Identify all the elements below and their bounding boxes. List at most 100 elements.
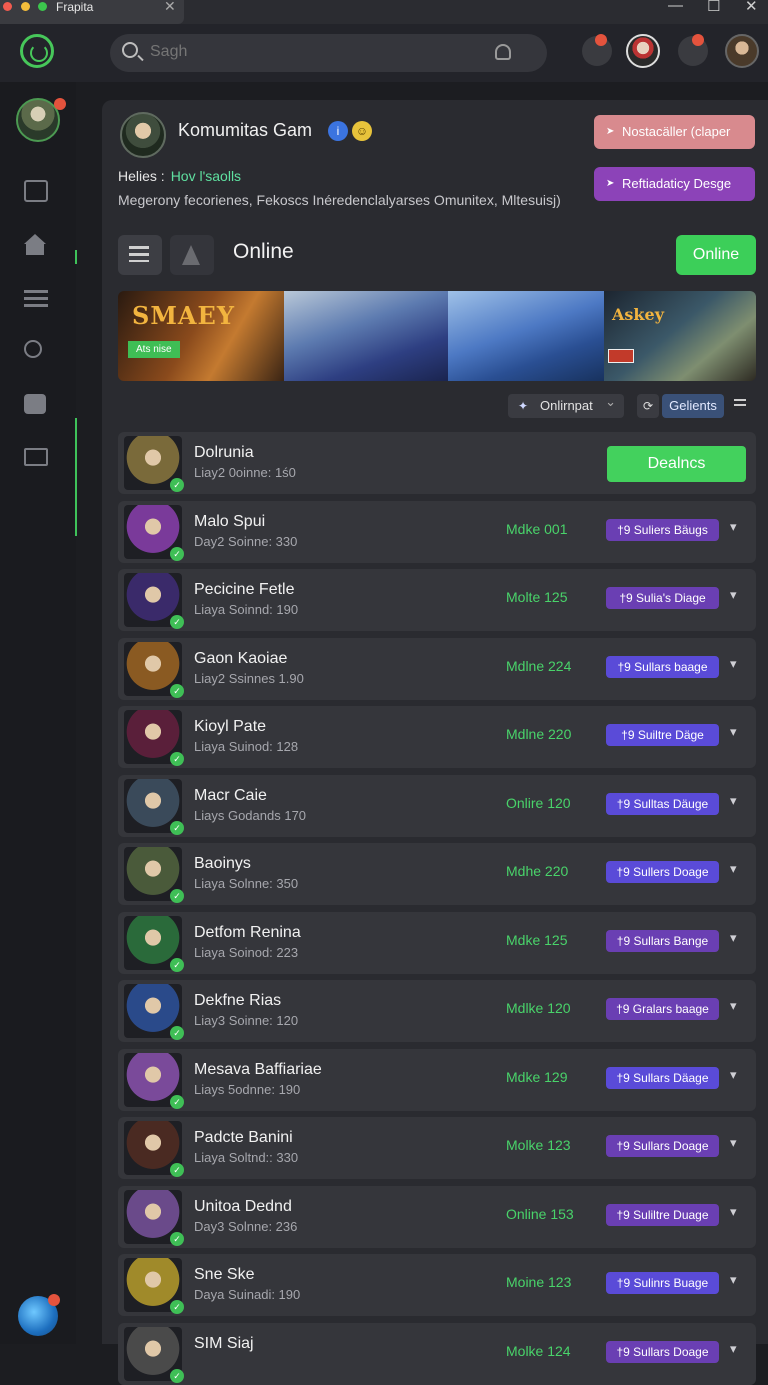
member-badge[interactable]: †9 Sulltas Däuge xyxy=(606,792,719,815)
member-badge[interactable]: †9 Sullars Doage xyxy=(606,1135,719,1157)
menu-icon[interactable] xyxy=(734,399,746,409)
chevron-down-icon[interactable]: ▾ xyxy=(730,724,737,740)
helies-link[interactable]: Hov l'saolls xyxy=(171,168,241,184)
maximize-icon[interactable]: ☐ xyxy=(707,0,720,15)
member-badge[interactable]: †9 Gralars baage xyxy=(606,998,719,1020)
profile-avatar[interactable] xyxy=(725,34,759,68)
member-subtitle: Liay2 Ssinnes 1.90 xyxy=(194,670,304,686)
tab-close-icon[interactable]: ✕ xyxy=(164,0,176,15)
chevron-down-icon[interactable]: ▾ xyxy=(730,930,737,946)
app-launcher-icon[interactable] xyxy=(18,1294,60,1336)
browser-tab[interactable]: Frapita ✕ xyxy=(0,0,184,24)
member-badge[interactable]: †9 Suliltre Duage xyxy=(606,1203,719,1226)
refresh-icon[interactable]: ⟳ xyxy=(637,394,659,418)
member-avatar[interactable]: ✓ xyxy=(124,573,184,629)
primary-action-button[interactable]: Nostacäller (claper xyxy=(594,115,755,149)
member-avatar[interactable]: ✓ xyxy=(124,710,184,766)
chevron-down-icon[interactable]: ▾ xyxy=(730,1135,737,1151)
chevron-down-icon[interactable]: ▾ xyxy=(730,1341,737,1357)
list-item[interactable]: ✓ Dekfne Rias Liay3 Soinne: 120 Mdlke 120 †9… xyxy=(118,980,756,1042)
close-icon[interactable]: ✕ xyxy=(745,0,758,15)
row-action-button[interactable]: Dealncs xyxy=(607,446,746,482)
search-input[interactable] xyxy=(150,43,450,61)
member-badge[interactable]: †9 Sullars Däage xyxy=(606,1066,719,1089)
chevron-down-icon[interactable]: ▾ xyxy=(730,793,737,809)
online-button[interactable]: Online xyxy=(676,235,756,275)
filter-dropdown[interactable]: Onlirnpat xyxy=(508,390,624,418)
list-item[interactable]: ✓ Gaon Kaoiae Liay2 Ssinnes 1.90 Mdlne 224 †… xyxy=(118,637,756,700)
member-badge[interactable]: †9 Sullars baage xyxy=(606,655,719,678)
clients-button[interactable]: Gelients xyxy=(662,394,724,418)
member-name: Mesava Baffiariae xyxy=(194,1060,322,1078)
mail-icon[interactable] xyxy=(24,448,48,466)
member-status: Online 153 xyxy=(506,1205,574,1222)
member-status: Mdke 001 xyxy=(506,520,568,537)
member-badge[interactable]: †9 Suiltre Däge xyxy=(606,724,719,746)
member-avatar[interactable]: ✓ xyxy=(124,1121,184,1177)
chevron-down-icon[interactable]: ▾ xyxy=(730,587,737,603)
member-badge[interactable]: †9 Sullers Doage xyxy=(606,861,719,883)
game-banner[interactable]: SMAEY Ats nise Askey xyxy=(118,291,756,381)
member-avatar[interactable]: ✓ xyxy=(124,915,184,972)
member-badge[interactable]: †9 Sulia's Diage xyxy=(606,587,719,609)
community-avatar[interactable] xyxy=(120,112,166,158)
member-avatar[interactable]: ✓ xyxy=(124,1052,184,1109)
search-icon[interactable] xyxy=(24,340,42,358)
chevron-down-icon[interactable]: ▾ xyxy=(730,1272,737,1288)
banner-image: SMAEY Ats nise xyxy=(118,291,284,381)
list-item[interactable]: ✓ Pecicine Fetle Liaya Soinnd: 190 Molte 12… xyxy=(118,569,756,631)
list-item[interactable]: ✓ Malo Spui Day2 Soinne: 330 Mdke 001 †9 Sul… xyxy=(118,500,756,563)
app-logo-icon[interactable] xyxy=(20,34,54,68)
minimize-dot-icon[interactable] xyxy=(21,2,30,11)
home-icon[interactable] xyxy=(24,234,48,256)
member-avatar[interactable]: ✓ xyxy=(124,1326,184,1383)
search-bar[interactable] xyxy=(110,34,547,72)
list-item[interactable]: ✓ Macr Caie Liays Godands 170 Onlire 120 †9 … xyxy=(118,774,756,837)
member-badge[interactable]: †9 Sullars Bange xyxy=(606,929,719,952)
list-item[interactable]: ✓ Sne Ske Daya Suinadi: 190 Moine 123 †9 Sul… xyxy=(118,1254,756,1316)
list-item[interactable]: ✓ SIM Siaj Molke 124 †9 Sullars Doage ▾ xyxy=(118,1322,756,1385)
inbox-icon[interactable] xyxy=(24,180,48,202)
member-subtitle: Liaya Suinod: 128 xyxy=(194,739,299,754)
member-avatar[interactable]: ✓ xyxy=(124,984,184,1040)
secondary-action-button[interactable]: Reftiadaticy Desge xyxy=(594,167,755,201)
close-dot-icon[interactable] xyxy=(3,2,12,11)
member-status: Mdlne 220 xyxy=(506,726,572,742)
chevron-down-icon[interactable]: ▾ xyxy=(730,861,737,877)
chevron-down-icon[interactable]: ▾ xyxy=(730,656,737,672)
member-avatar[interactable]: ✓ xyxy=(124,1258,184,1314)
list-item[interactable]: ✓ Detfom Renina Liaya Soinod: 223 Mdke 125 †… xyxy=(118,911,756,974)
banner-title-secondary: Askey xyxy=(612,305,664,324)
member-avatar[interactable]: ✓ xyxy=(124,436,184,492)
user-avatar[interactable] xyxy=(626,34,660,68)
media-icon[interactable] xyxy=(24,394,46,414)
member-badge[interactable]: †9 Suliers Bäugs xyxy=(606,518,719,541)
chevron-down-icon[interactable]: ▾ xyxy=(730,1204,737,1220)
member-avatar[interactable]: ✓ xyxy=(124,641,184,698)
chevron-down-icon[interactable]: ▾ xyxy=(730,998,737,1014)
list-icon[interactable] xyxy=(24,290,48,307)
filter-list-button[interactable] xyxy=(118,235,162,275)
list-item[interactable]: ✓ Kioyl Pate Liaya Suinod: 128 Mdlne 220 †9 … xyxy=(118,706,756,768)
sidebar-avatar[interactable] xyxy=(16,98,66,142)
maximize-dot-icon[interactable] xyxy=(38,2,47,11)
member-avatar[interactable]: ✓ xyxy=(124,847,184,903)
settings-gear-icon[interactable] xyxy=(678,34,708,66)
member-avatar[interactable]: ✓ xyxy=(124,504,184,561)
member-status: Onlire 120 xyxy=(506,794,571,811)
list-item[interactable]: ✓ Unitoa Dednd Day3 Solnne: 236 Online 153 †… xyxy=(118,1185,756,1248)
list-item[interactable]: ✓ Dolrunia Liay2 0oinne: 1ś0 Dealncs xyxy=(118,432,756,494)
list-item[interactable]: ✓ Baoinys Liaya Solnne: 350 Mdhe 220 †9 Sull… xyxy=(118,843,756,905)
member-badge[interactable]: †9 Sulinrs Buage xyxy=(606,1272,719,1294)
chevron-down-icon[interactable]: ▾ xyxy=(730,1067,737,1083)
voice-search-icon[interactable] xyxy=(495,44,511,60)
chevron-down-icon[interactable]: ▾ xyxy=(730,519,737,535)
member-avatar[interactable]: ✓ xyxy=(124,778,184,835)
member-avatar[interactable]: ✓ xyxy=(124,1189,184,1246)
minimize-icon[interactable]: — xyxy=(668,0,683,14)
mute-button[interactable] xyxy=(170,235,214,275)
notifications-icon[interactable] xyxy=(582,34,612,66)
list-item[interactable]: ✓ Padcte Banini Liaya Soltnd:: 330 Molke 12… xyxy=(118,1117,756,1179)
verified-icon: i xyxy=(328,121,348,141)
list-item[interactable]: ✓ Mesava Baffiariae Liays 5odnne: 190 Mdke … xyxy=(118,1048,756,1111)
